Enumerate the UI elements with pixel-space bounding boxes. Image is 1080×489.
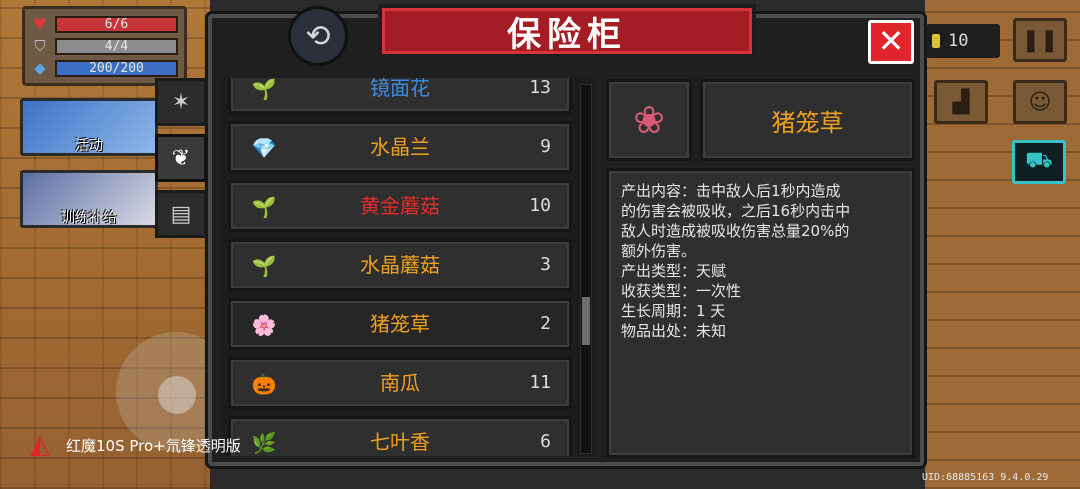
list-item[interactable]: 🌱 镜面花 13 <box>228 78 572 114</box>
sprout-icon: 🌱 <box>251 195 277 219</box>
red-magic-logo-icon: ◭ <box>30 430 50 460</box>
profile-chat-icon: ☺ <box>1028 89 1052 115</box>
item-name: 黄金蘑菇 <box>360 194 440 218</box>
energy-row: ◆ 200/200 <box>31 57 178 79</box>
crystal-icon: 💎 <box>251 136 277 160</box>
item-count: 3 <box>540 254 551 275</box>
detail-name-box: 猪笼草 <box>700 79 915 161</box>
desc-line: 额外伤害。 <box>621 242 697 260</box>
wood-floor-right <box>925 0 1080 489</box>
desc-line: 的伤害会被吸收，之后16秒内击中 <box>621 202 851 220</box>
list-item[interactable]: 🌱 黄金蘑菇 10 <box>228 180 572 232</box>
item-name: 水晶兰 <box>370 135 430 159</box>
scroll-thumb[interactable] <box>582 297 590 345</box>
uid-label: UID:68885163 9.4.0.29 <box>922 472 1049 483</box>
list-item[interactable]: 🌿 七叶香 6 <box>228 416 572 456</box>
item-count: 13 <box>529 78 551 98</box>
energy-diamond-icon: ◆ <box>34 59 46 77</box>
training-label: 训练补给 <box>61 210 117 226</box>
page-title: 保险柜 <box>507 14 627 55</box>
joystick-knob[interactable] <box>158 376 196 414</box>
desc-line: 敌人时造成被吸收伤害总量20%的 <box>621 222 850 240</box>
hp-value: 6/6 <box>104 16 129 32</box>
detail-icon-box: ❀ <box>606 79 692 161</box>
pause-icon: ❚❚ <box>1021 27 1059 53</box>
sprout-icon: 🌱 <box>251 254 277 278</box>
coin-counter: 10 <box>926 24 1000 58</box>
desc-line: 生长周期：1 天 <box>621 302 726 320</box>
item-count: 10 <box>529 195 551 216</box>
close-button[interactable]: ✕ <box>868 20 914 64</box>
item-list[interactable]: 🌱 镜面花 13 💎 水晶兰 9 🌱 黄金蘑菇 10 🌱 水晶蘑菇 3 🌸 猪笼… <box>222 78 594 456</box>
pitcher-plant-icon: 🌸 <box>251 313 277 337</box>
desc-line: 收获类型：一次性 <box>621 282 742 300</box>
list-item-selected[interactable]: 🌸 猪笼草 2 <box>228 298 572 350</box>
item-count: 9 <box>540 136 551 157</box>
player-stats-hud: ♥ 6/6 ⛉ 4/4 ◆ 200/200 <box>22 6 187 86</box>
cart-icon: ⛟ <box>1025 148 1053 173</box>
stairs-icon: ▟ <box>952 89 970 115</box>
tab-plants[interactable]: ❦ <box>155 134 207 182</box>
shield-icon: ⛉ <box>34 37 46 55</box>
leaf-icon: 🌿 <box>251 431 277 455</box>
hp-bar: 6/6 <box>55 15 178 33</box>
close-icon: ✕ <box>877 22 905 60</box>
detail-description: 产出内容：击中敌人后1秒内造成 的伤害会被吸收，之后16秒内击中 敌人时造成被吸… <box>606 168 915 458</box>
detail-item-name: 猪笼草 <box>771 108 844 137</box>
list-item[interactable]: 🎃 南瓜 11 <box>228 357 572 409</box>
pumpkin-icon: 🎃 <box>251 372 277 396</box>
replay-button[interactable]: ⟲ <box>288 6 348 66</box>
sprout-icon: 🌱 <box>251 78 277 101</box>
item-name: 猪笼草 <box>370 312 430 336</box>
desc-line: 产出类型：天赋 <box>621 262 727 280</box>
item-name: 南瓜 <box>380 371 420 395</box>
ticket-icon: ▤ <box>170 201 192 227</box>
desc-line: 产出内容：击中敌人后1秒内造成 <box>621 182 841 200</box>
desc-line: 物品出处：未知 <box>621 322 727 340</box>
activity-card[interactable]: 活动 <box>20 98 158 156</box>
item-count: 11 <box>529 372 551 393</box>
stairs-button[interactable]: ▟ <box>934 80 988 124</box>
activity-label: 活动 <box>75 138 103 154</box>
list-item[interactable]: 🌱 水晶蘑菇 3 <box>228 239 572 291</box>
list-scrollbar[interactable] <box>580 84 592 454</box>
plant-icon: ❦ <box>171 145 191 171</box>
list-item[interactable]: 💎 水晶兰 9 <box>228 121 572 173</box>
item-name: 镜面花 <box>370 78 430 100</box>
category-tabs: ✶ ❦ ▤ <box>155 78 210 246</box>
armor-row: ⛉ 4/4 <box>31 35 178 57</box>
coin-icon <box>932 34 940 48</box>
item-name: 七叶香 <box>370 430 430 454</box>
pause-button[interactable]: ❚❚ <box>1013 18 1067 62</box>
hp-row: ♥ 6/6 <box>31 13 178 35</box>
star-burst-icon: ✶ <box>171 89 191 115</box>
item-count: 2 <box>540 313 551 334</box>
title-banner: 保险柜 <box>358 4 776 62</box>
profile-chat-button[interactable]: ☺ <box>1013 80 1067 124</box>
coin-value: 10 <box>948 31 969 51</box>
heart-icon: ♥ <box>33 15 47 33</box>
energy-value: 200/200 <box>89 60 144 76</box>
device-name: 红魔10S Pro+氘锋透明版 <box>66 436 241 455</box>
armor-value: 4/4 <box>104 38 129 54</box>
replay-icon: ⟲ <box>305 18 331 54</box>
energy-bar: 200/200 <box>55 59 178 77</box>
armor-bar: 4/4 <box>55 37 178 55</box>
shop-button[interactable]: ⛟ <box>1012 140 1066 184</box>
pitcher-plant-icon: ❀ <box>633 98 665 142</box>
device-watermark: ◭ 红魔10S Pro+氘锋透明版 <box>30 428 241 462</box>
item-count: 6 <box>540 431 551 452</box>
tab-materials[interactable]: ✶ <box>155 78 207 126</box>
tab-misc[interactable]: ▤ <box>155 190 207 238</box>
training-supply-card[interactable]: 训练补给 <box>20 170 158 228</box>
item-name: 水晶蘑菇 <box>360 253 440 277</box>
